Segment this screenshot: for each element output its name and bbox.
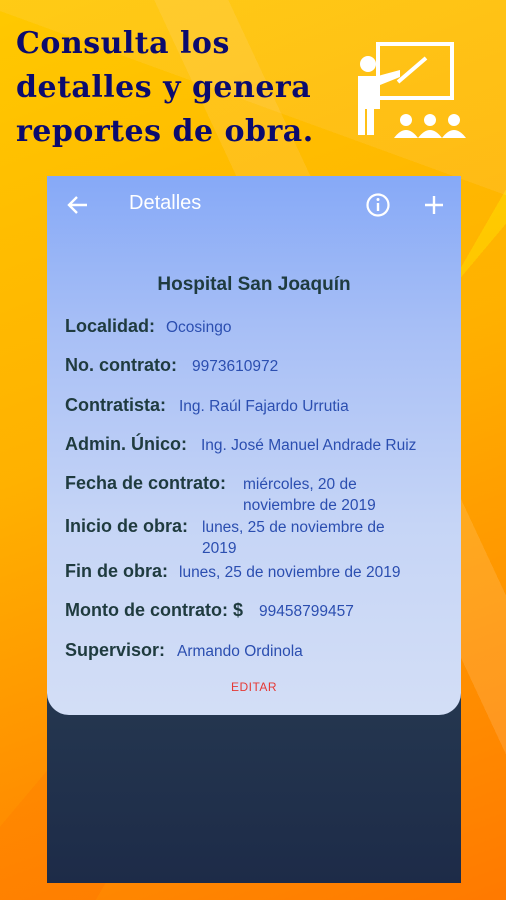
field-label: No. contrato: [65,355,177,375]
field-value: lunes, 25 de noviembre de 2019 [179,564,401,581]
field-value-line: noviembre de 2019 [243,497,376,514]
field-label: Supervisor: [65,640,166,660]
back-arrow-icon[interactable] [65,192,91,218]
field-label: Fecha de contrato: [65,473,227,493]
field-value-line: lunes, 25 de noviembre de [202,519,385,536]
add-icon[interactable] [421,192,447,218]
edit-button[interactable]: EDITAR [47,680,461,694]
field-value: 99458799457 [259,603,354,620]
field-value-line: miércoles, 20 de [243,476,357,493]
field-value: Ocosingo [166,319,232,336]
promo-headline-line: detalles y genera [16,70,312,105]
field-value-line: 2019 [202,540,237,557]
app-bar-title: Detalles [129,192,202,214]
field-value: Ing. José Manuel Andrade Ruiz [201,437,417,454]
field-value: Armando Ordinola [177,643,303,660]
promo-headline: Consulta los detalles y genera reportes … [16,22,356,154]
info-icon[interactable] [365,192,391,218]
field-label: Localidad: [65,316,156,336]
teacher-presentation-icon [358,42,466,138]
field-label: Fin de obra: [65,561,168,581]
details-card: Detalles Hospital San Joaquín Localidad:… [47,176,461,715]
phone-screen: Detalles Hospital San Joaquín Localidad:… [47,176,461,883]
promo-headline-line: Consulta los [16,26,230,61]
field-value: 9973610972 [192,358,279,375]
project-title: Hospital San Joaquín [157,274,351,295]
field-value: miércoles, 20 de noviembre de 2019 [243,474,376,516]
field-label: Monto de contrato: $ [65,600,243,620]
field-label: Contratista: [65,395,167,415]
field-label: Inicio de obra: [65,516,189,536]
field-value: Ing. Raúl Fajardo Urrutia [179,398,349,415]
field-label: Admin. Único: [65,434,187,454]
field-value: lunes, 25 de noviembre de 2019 [202,517,385,559]
app-bar: Detalles [47,176,461,236]
promo-headline-line: reportes de obra. [16,114,314,149]
